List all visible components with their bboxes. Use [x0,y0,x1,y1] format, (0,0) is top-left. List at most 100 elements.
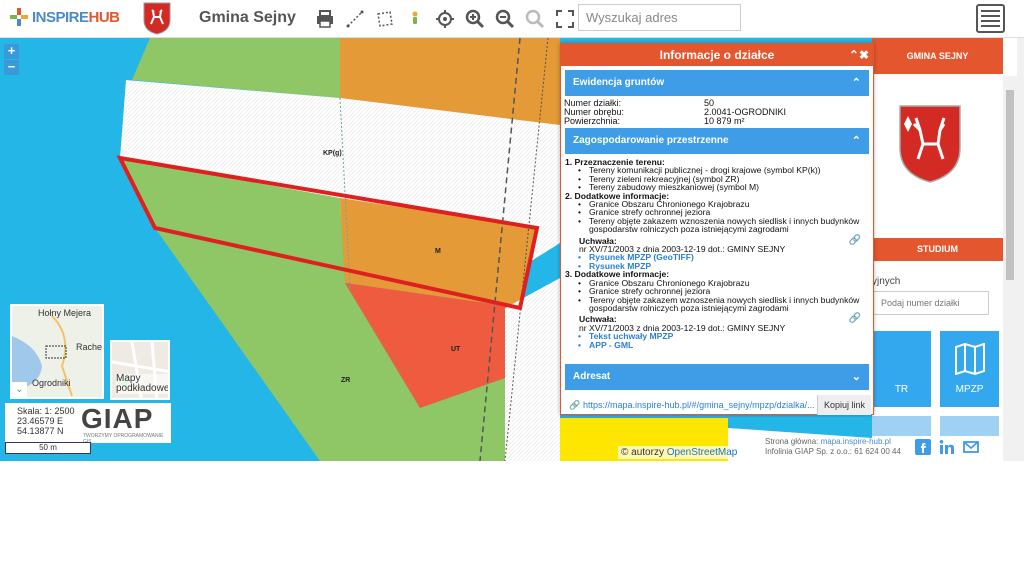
overview-minimap[interactable]: Hołny Mejera Rache Ogrodniki ⌄ [10,304,104,399]
locate-icon[interactable] [432,6,458,32]
popup-controls: ⌃✖ [849,44,869,66]
menu-list-icon[interactable] [976,4,1005,33]
close-icon[interactable]: ✖ [859,48,869,62]
page-scrollbar[interactable] [1017,38,1024,461]
minimap-label: Hołny Mejera [38,308,92,318]
scale-coordinates: Skala: 1: 2500 23.46579 E 54.13877 N [17,406,75,436]
chevron-up-icon[interactable]: ⌃ [852,70,861,96]
link-icon: 🔗 [569,400,581,410]
zoom-control: + − [4,44,19,76]
parcel-number-input[interactable] [872,291,989,315]
giap-tagline: TWORZYMY OPROGRAMOWANIE GIS [83,433,164,445]
map-label-kpg: KP(g) [323,150,342,157]
facebook-icon[interactable] [915,439,931,455]
fullscreen-icon[interactable] [552,6,578,32]
kv-key: Powierzchnia: [564,116,621,126]
zoom-extent-icon[interactable] [522,6,548,32]
coat-of-arms-icon [143,2,171,35]
tile-button-mpzp[interactable]: MPZP [940,331,999,407]
uchwala-block: Uchwała: 🔗 [565,235,867,246]
side-panel: GMINA SEJNY STUDIUM yjnych TR MPZP Stron… [765,38,1017,461]
brand-text-hub: HUB [88,8,121,26]
org-name: Gmina Sejny [199,9,296,26]
map-label-m: M [435,248,441,255]
basemap-switcher[interactable]: Mapy podkładowe [110,340,170,400]
footer-hotline: Infolinia GIAP Sp. z o.o.: 61 624 00 44 [765,447,901,456]
footer-contact: Strona główna: mapa.inspire-hub.pl Infol… [765,437,901,457]
inspirehub-logo-icon [10,8,28,26]
section-zagospodarowanie[interactable]: Zagospodarowanie przestrzenne ⌃ [565,128,869,154]
brand-text-inspire: INSPIRE [32,8,89,26]
share-url[interactable]: https://mapa.inspire-hub.pl/#/gmina_sejn… [583,395,815,415]
attribution-prefix: © autorzy [621,447,664,458]
scale-bar: 50 m [5,442,91,454]
coordinate-e: 23.46579 E [17,416,64,426]
address-search-input[interactable] [578,4,741,31]
kv-value: 10 879 m² [704,116,745,126]
share-link-row: 🔗 https://mapa.inspire-hub.pl/#/gmina_se… [561,395,873,415]
zoom-out-button[interactable]: − [4,60,19,75]
homepage-link[interactable]: mapa.inspire-hub.pl [821,437,891,446]
popup-title: Informacje o działce [659,48,775,62]
footer-prefix: Strona główna: [765,437,819,446]
minimap-label: Rache [76,342,103,352]
section-title: Adresat [573,371,611,382]
uchwala-block: Uchwała: 🔗 [565,314,867,325]
measure-line-icon[interactable] [342,6,368,32]
zoom-out-icon[interactable] [492,6,518,32]
coat-of-arms-large-icon [899,105,961,183]
map-attribution: © autorzy OpenStreetMap [618,446,741,459]
app-window: INSPIRE HUB Gmina Sejny Wyszukaj adres K… [0,0,1024,587]
copy-link-button[interactable]: Kopiuj link [816,395,871,415]
ewidencja-table: Numer działki: 50 Numer obrębu: 2.0041-OGR… [561,96,873,128]
list-item: Tereny objęte zakazem wznoszenia nowych … [565,295,867,313]
street-view-icon[interactable] [402,6,428,32]
menu-line [981,15,1000,18]
section-title: Ewidencja gruntów [573,77,665,88]
section-adresat[interactable]: Adresat ⌄ [565,364,869,390]
measure-area-icon[interactable] [372,6,398,32]
kv-row: Powierzchnia: 10 879 m² [561,117,873,126]
chevron-up-icon[interactable]: ⌃ [852,128,861,154]
list-item: Tereny objęte zakazem wznoszenia nowych … [565,217,867,234]
giap-logo: GIAP [81,403,154,434]
uchwala-label: Uchwała: [579,235,617,246]
print-icon[interactable] [312,6,338,32]
tile-button-tr[interactable]: TR [872,331,931,407]
zagospodarowanie-content: 1. Przeznaczenie terenu: Tereny komunika… [561,154,873,362]
section-ewidencja[interactable]: Ewidencja gruntów ⌃ [565,70,869,96]
tile-button-3[interactable] [872,416,931,436]
document-link[interactable]: APP - GML [565,340,867,349]
list-item: Tereny zabudowy mieszkaniowej (symbol M) [565,183,867,192]
minimap-collapse-icon[interactable]: ⌄ [12,382,27,397]
email-icon[interactable] [963,439,979,455]
link-icon[interactable]: 🔗 [849,314,861,325]
inspirehub-logo[interactable]: INSPIRE HUB [10,8,120,26]
link-icon[interactable]: 🔗 [849,235,861,246]
section-title: Zagospodarowanie przestrzenne [573,135,729,146]
side-panel-title: GMINA SEJNY [872,38,1003,74]
map-icon [955,343,985,375]
top-bar: INSPIRE HUB Gmina Sejny [0,0,1024,38]
zoom-in-icon[interactable] [462,6,488,32]
side-panel-scrollbar[interactable] [1003,76,1017,461]
social-links [915,439,979,455]
popup-header: Informacje o działce ⌃✖ [561,44,873,66]
chevron-down-icon[interactable]: ⌄ [852,364,861,390]
document-link[interactable]: Rysunek MPZP [565,261,867,270]
tile-button-4[interactable] [940,416,999,436]
uchwala-label: Uchwała: [579,314,617,325]
studium-button[interactable]: STUDIUM [872,238,1003,261]
linkedin-icon[interactable] [939,439,955,455]
osm-link[interactable]: OpenStreetMap [667,447,738,458]
collapse-icon[interactable]: ⌃ [849,48,859,62]
parcel-info-popup: Informacje o działce ⌃✖ Ewidencja gruntó… [560,43,874,415]
menu-line [981,24,1000,27]
zoom-in-button[interactable]: + [4,44,19,59]
scale-coordinates-box: Skala: 1: 2500 23.46579 E 54.13877 N GIA… [5,403,171,445]
tile-label: MPZP [955,384,984,395]
section-label-partial: yjnych [872,276,901,287]
menu-line [981,10,1000,13]
scrollbar-thumb[interactable] [1006,90,1014,280]
coordinate-n: 54.13877 N [17,426,64,436]
